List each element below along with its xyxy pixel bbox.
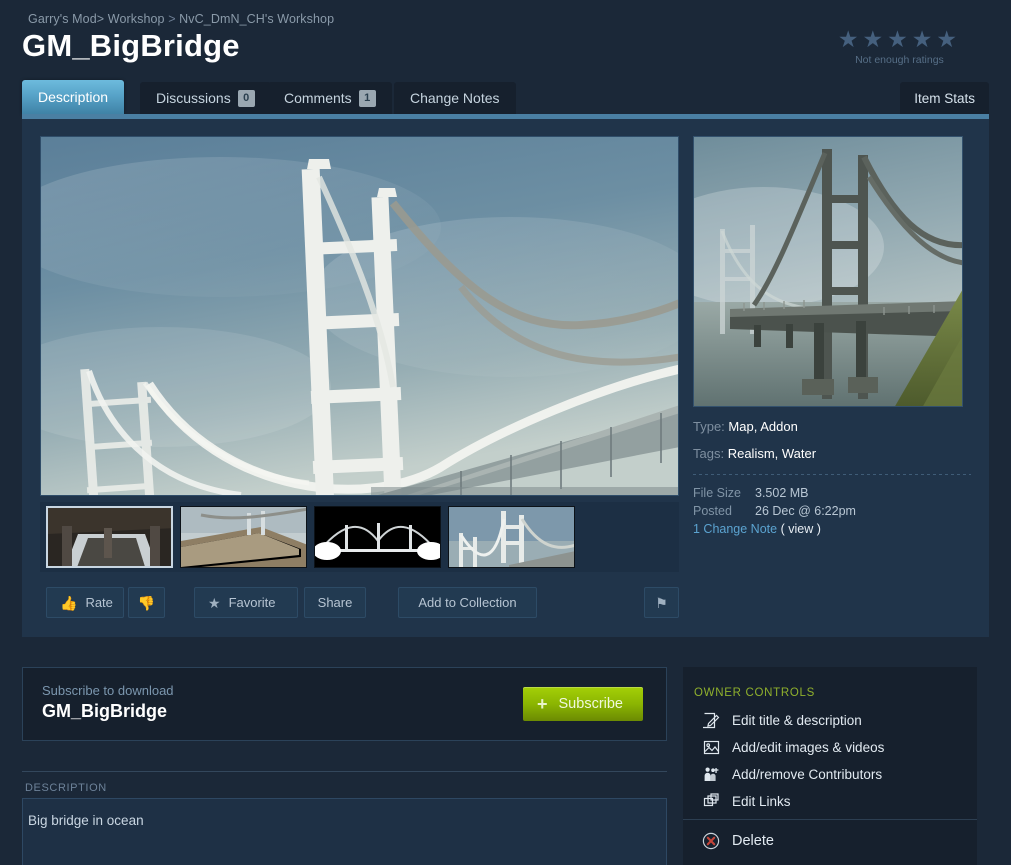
- star-icon[interactable]: ★: [863, 26, 888, 52]
- tab-label: Comments: [284, 90, 352, 106]
- action-button-row: 👍 Rate 👎 ★ Favorite Share Add to Collect…: [40, 587, 679, 619]
- item-stats-button[interactable]: Item Stats: [900, 82, 989, 114]
- thumbnail-item[interactable]: [448, 506, 575, 568]
- tab-comments[interactable]: Comments 1: [268, 82, 392, 114]
- thumbnail-strip: [40, 502, 679, 572]
- flag-icon: ⚑: [655, 594, 668, 611]
- rate-button[interactable]: 👍 Rate: [46, 587, 124, 618]
- delete-item[interactable]: Delete: [701, 832, 774, 850]
- links-icon: [701, 793, 721, 810]
- owner-controls-heading: OWNER CONTROLS: [694, 687, 815, 699]
- thumbnail-item[interactable]: [46, 506, 173, 568]
- info-divider: [693, 474, 971, 475]
- owner-controls-panel: OWNER CONTROLS Edit title & description …: [683, 667, 977, 865]
- description-heading: DESCRIPTION: [25, 782, 107, 794]
- owner-item-label: Add/edit images & videos: [732, 740, 885, 755]
- rating-block: ★★★★★ Not enough ratings: [838, 28, 961, 67]
- description-body: Big bridge in ocean: [28, 813, 144, 828]
- rate-label: Rate: [85, 595, 113, 610]
- breadcrumb-workshop[interactable]: Workshop: [108, 12, 165, 26]
- tab-discussions[interactable]: Discussions 0: [140, 82, 271, 114]
- rating-caption: Not enough ratings: [855, 54, 944, 66]
- thumbs-down-icon: 👎: [137, 594, 156, 611]
- add-edit-images-item[interactable]: Add/edit images & videos: [701, 734, 963, 761]
- content-panel: 👍 Rate 👎 ★ Favorite Share Add to Collect…: [22, 119, 989, 637]
- subscribe-button-label: Subscribe: [558, 696, 623, 712]
- tags-values[interactable]: Realism, Water: [728, 446, 816, 461]
- star-rating[interactable]: ★★★★★: [838, 28, 961, 51]
- discussions-count-badge: 0: [237, 89, 255, 107]
- owner-item-label: Edit title & description: [732, 713, 862, 728]
- type-values[interactable]: Map, Addon: [728, 419, 797, 434]
- breadcrumb: Garry's Mod> Workshop > NvC_DmN_CH's Wor…: [28, 12, 334, 26]
- posted-value: 26 Dec @ 6:22pm: [755, 504, 856, 518]
- hero-image[interactable]: [40, 136, 679, 496]
- posted-row: Posted 26 Dec @ 6:22pm: [693, 504, 971, 518]
- file-size-row: File Size 3.502 MB: [693, 486, 971, 500]
- owner-controls-list: Edit title & description Add/edit images…: [701, 707, 963, 815]
- owner-controls-divider: [683, 819, 977, 820]
- type-label: Type:: [693, 419, 725, 434]
- item-info-column: Type: Map, Addon Tags: Realism, Water Fi…: [693, 136, 971, 536]
- favorite-label: Favorite: [228, 595, 276, 610]
- subscribe-button[interactable]: + Subscribe: [523, 687, 643, 721]
- add-to-collection-label: Add to Collection: [418, 595, 517, 610]
- thumbnail-item[interactable]: [180, 506, 307, 568]
- image-icon: [701, 739, 721, 756]
- star-icon[interactable]: ★: [912, 26, 937, 52]
- owner-item-label: Add/remove Contributors: [732, 767, 883, 782]
- favorite-button[interactable]: ★ Favorite: [194, 587, 298, 618]
- tab-label: Change Notes: [410, 90, 500, 106]
- tab-description[interactable]: Description: [22, 80, 125, 114]
- thumbs-up-icon: 👍: [60, 594, 78, 611]
- subscribe-item-title: GM_BigBridge: [42, 701, 168, 721]
- breadcrumb-separator: >: [168, 12, 176, 26]
- comments-count-badge: 1: [358, 89, 376, 107]
- delete-circle-x-icon: [701, 832, 721, 850]
- tab-change-notes[interactable]: Change Notes: [394, 82, 516, 114]
- description-separator: [22, 771, 667, 772]
- change-note-link[interactable]: 1 Change Note: [693, 522, 777, 536]
- description-box: Big bridge in ocean: [22, 798, 667, 865]
- star-icon[interactable]: ★: [936, 26, 961, 52]
- star-icon[interactable]: ★: [838, 26, 863, 52]
- item-stats-label: Item Stats: [914, 90, 975, 106]
- page-header: Garry's Mod> Workshop > NvC_DmN_CH's Wor…: [0, 0, 1011, 78]
- add-remove-contributors-item[interactable]: Add/remove Contributors: [701, 761, 963, 788]
- edit-title-description-item[interactable]: Edit title & description: [701, 707, 963, 734]
- star-icon[interactable]: ★: [887, 26, 912, 52]
- share-label: Share: [317, 595, 353, 610]
- star-icon: ★: [208, 594, 221, 611]
- plus-icon: +: [537, 694, 548, 714]
- tags-line: Tags: Realism, Water: [693, 446, 971, 461]
- pencil-edit-icon: [701, 712, 721, 729]
- tab-label: Discussions: [156, 90, 231, 106]
- report-button[interactable]: ⚑: [644, 587, 679, 618]
- owner-item-label: Edit Links: [732, 794, 791, 809]
- add-to-collection-button[interactable]: Add to Collection: [398, 587, 537, 618]
- subscribe-prompt: Subscribe to download: [42, 683, 174, 698]
- type-line: Type: Map, Addon: [693, 419, 971, 434]
- subscribe-panel: Subscribe to download GM_BigBridge + Sub…: [22, 667, 667, 741]
- tab-label: Description: [38, 89, 109, 105]
- tags-label: Tags:: [693, 446, 725, 461]
- breadcrumb-user-workshop[interactable]: NvC_DmN_CH's Workshop: [179, 12, 334, 26]
- change-note-row: 1 Change Note ( view ): [693, 522, 971, 536]
- contributors-icon: [701, 766, 721, 783]
- page-title: GM_BigBridge: [22, 28, 240, 63]
- preview-image[interactable]: [693, 136, 963, 407]
- delete-label: Delete: [732, 833, 774, 849]
- thumbs-down-button[interactable]: 👎: [128, 587, 165, 618]
- edit-links-item[interactable]: Edit Links: [701, 788, 963, 815]
- thumbnail-item[interactable]: [314, 506, 441, 568]
- breadcrumb-game[interactable]: Garry's Mod>: [28, 12, 104, 26]
- change-note-view-link[interactable]: ( view ): [781, 522, 821, 536]
- tab-bar: Description Discussions 0 Comments 1 Cha…: [22, 80, 989, 116]
- file-size-value: 3.502 MB: [755, 486, 809, 500]
- share-button[interactable]: Share: [304, 587, 366, 618]
- posted-label: Posted: [693, 504, 732, 518]
- file-size-label: File Size: [693, 486, 741, 500]
